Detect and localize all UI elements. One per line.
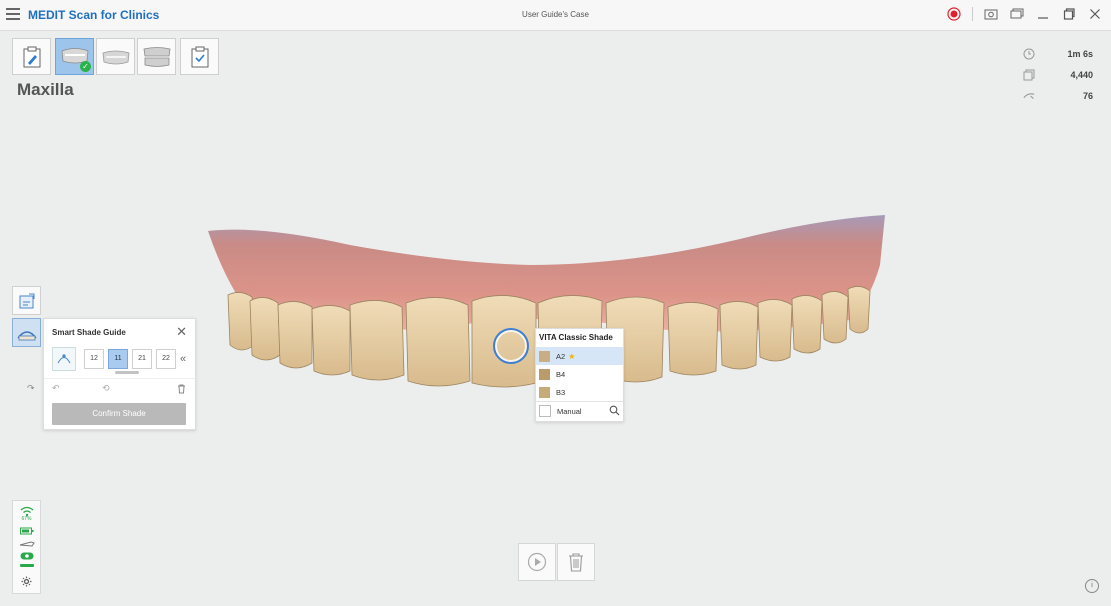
battery-icon: [19, 527, 33, 535]
shade-option[interactable]: A2 ★: [536, 347, 623, 365]
check-icon: ✓: [80, 61, 91, 72]
collapse-icon[interactable]: «: [180, 353, 186, 365]
scanner-icon: [1023, 92, 1035, 99]
stage-review[interactable]: [180, 38, 219, 75]
trash-icon[interactable]: [177, 384, 186, 394]
shade-probe-cursor[interactable]: [493, 328, 529, 364]
tooth-21[interactable]: 21: [132, 349, 152, 369]
undo-icon[interactable]: ↶: [52, 383, 60, 394]
stat-count: 4,440: [1023, 64, 1093, 85]
stage-maxilla[interactable]: ✓: [55, 38, 94, 75]
stage-toolbar: ✓: [12, 38, 219, 75]
panel-title: Smart Shade Guide: [52, 328, 126, 337]
stage-title: Maxilla: [17, 80, 74, 99]
reset-icon[interactable]: ⟲: [102, 383, 110, 394]
close-icon[interactable]: ✕: [176, 324, 187, 340]
stage-case-info[interactable]: [12, 38, 51, 75]
case-title: User Guide's Case: [522, 10, 589, 19]
shade-option[interactable]: B3: [536, 383, 623, 401]
stage-mandible[interactable]: [96, 38, 135, 75]
search-icon[interactable]: [609, 405, 620, 416]
smart-shade-guide-panel: Smart Shade Guide ✕ 12 11 21 22 « ↶ ↷ ⟲ …: [27, 318, 196, 430]
occlusion-scan-icon: [143, 46, 170, 67]
scan-time: 1m 6s: [1067, 48, 1093, 59]
tooth-selector: 12 11 21 22 «: [52, 347, 186, 371]
shade-swatch: [539, 350, 550, 362]
manual-shade-option[interactable]: Manual: [536, 401, 623, 420]
record-icon[interactable]: [946, 6, 962, 22]
window-controls: [946, 6, 1103, 22]
play-icon: [527, 552, 547, 572]
vita-shade-popup: VITA Classic Shade A2 ★ B4 B3 Manual: [535, 328, 624, 422]
stat-rate: 76: [1023, 85, 1093, 106]
shade-label: A2: [556, 351, 566, 361]
panel-tools: ↶ ↷ ⟲: [27, 383, 186, 394]
maximize-icon[interactable]: [1061, 6, 1077, 22]
stage-occlusion[interactable]: [137, 38, 176, 75]
scan-rate: 76: [1082, 90, 1093, 101]
clipboard-pen-icon: [23, 46, 40, 67]
play-button[interactable]: [518, 543, 556, 581]
data-count: 4,440: [1070, 69, 1093, 80]
shade-swatch: [539, 368, 550, 380]
tooth-22[interactable]: 22: [156, 349, 176, 369]
tooth-scrollbar[interactable]: [115, 371, 139, 374]
shade-label: B4: [556, 369, 566, 379]
wifi-percent: 67%: [21, 516, 32, 522]
shade-swatch: [539, 386, 550, 398]
divider: [44, 378, 195, 379]
scan-controls: [518, 543, 595, 581]
connection-icon: [20, 552, 33, 560]
device-status-bar: 67%: [12, 500, 41, 594]
trash-icon: [569, 553, 583, 572]
redo-icon[interactable]: ↷: [27, 383, 35, 394]
clipboard-check-icon: [191, 46, 208, 67]
divider: [972, 7, 973, 21]
delete-button[interactable]: [557, 543, 595, 581]
clock-icon: [1023, 48, 1035, 59]
gear-icon[interactable]: [21, 576, 32, 587]
tooth-12[interactable]: 12: [84, 349, 104, 369]
tooth-chart-icon: [57, 354, 71, 364]
stat-time: 1m 6s: [1023, 43, 1093, 64]
manual-swatch: [539, 405, 551, 417]
smart-shade-tool-button[interactable]: [12, 318, 41, 347]
shade-guide-icon: [16, 330, 37, 340]
title-bar: MEDIT Scan for Clinics User Guide's Case: [0, 0, 1111, 31]
window-mode-icon[interactable]: [1009, 6, 1025, 22]
close-icon[interactable]: [1087, 6, 1103, 22]
star-icon: ★: [568, 351, 576, 361]
minimize-icon[interactable]: [1035, 6, 1051, 22]
shade-option[interactable]: B4: [536, 365, 623, 383]
screenshot-icon[interactable]: [983, 6, 999, 22]
shade-popup-title: VITA Classic Shade: [539, 333, 613, 342]
shade-label: B3: [556, 387, 566, 397]
shade-tool-button[interactable]: [12, 286, 41, 315]
manual-label: Manual: [557, 406, 582, 416]
scan-stats: 1m 6s 4,440 76: [1023, 43, 1093, 106]
tooth-edit-icon: [19, 293, 34, 308]
tooth-11[interactable]: 11: [108, 349, 128, 369]
confirm-shade-button[interactable]: Confirm Shade: [52, 403, 186, 425]
scanner-device-icon: [19, 541, 35, 547]
status-indicator: [19, 564, 34, 567]
mandible-scan-icon: [102, 50, 129, 64]
info-icon[interactable]: i: [1085, 579, 1099, 593]
tooth-chart-button[interactable]: [52, 347, 76, 371]
layers-icon: [1023, 69, 1035, 80]
